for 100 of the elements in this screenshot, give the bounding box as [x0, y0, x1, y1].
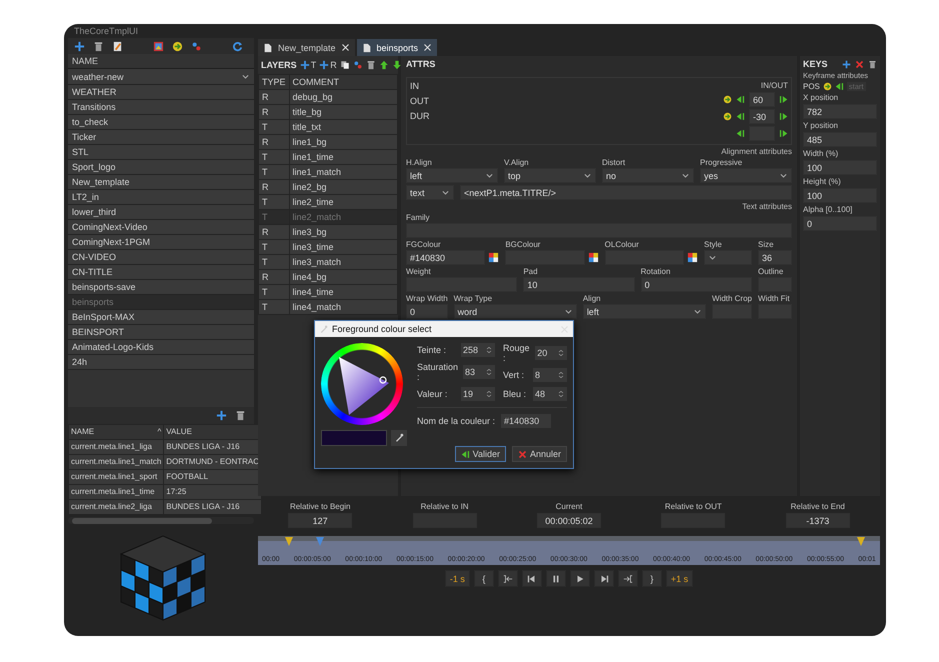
dropdown[interactable]: top [504, 168, 596, 183]
template-item[interactable]: ComingNext-Video [68, 220, 254, 236]
spin-box[interactable]: 48 [533, 387, 567, 401]
text-field[interactable]: 100 [803, 160, 877, 175]
spin-box[interactable]: 20 [535, 346, 567, 360]
close-icon[interactable] [423, 43, 432, 52]
template-item[interactable]: beinsports-save [68, 280, 254, 296]
cue-marker[interactable] [285, 537, 294, 546]
tab[interactable]: New_template [258, 39, 355, 56]
go-left-icon[interactable] [834, 82, 844, 91]
template-item[interactable]: Animated-Logo-Kids [68, 340, 254, 356]
dropdown[interactable]: word [454, 304, 577, 319]
text-field[interactable]: 0 [640, 277, 752, 292]
text-field[interactable]: 36 [758, 250, 792, 265]
template-item[interactable]: 24h [68, 355, 254, 370]
text-field[interactable]: 485 [803, 132, 877, 147]
template-item[interactable]: BeInSport-MAX [68, 310, 254, 326]
transport-button[interactable] [522, 570, 542, 587]
trash-icon[interactable] [93, 40, 104, 52]
trash-icon[interactable] [366, 60, 376, 70]
transport-button[interactable]: } [642, 570, 662, 587]
arrow-icon[interactable] [822, 82, 832, 91]
close-icon[interactable] [340, 43, 350, 52]
ok-button[interactable]: Valider [454, 446, 506, 462]
layer-row[interactable]: R title_bg [258, 104, 398, 120]
text-field[interactable]: #140830 [501, 414, 552, 428]
add-icon[interactable] [842, 60, 851, 68]
template-item[interactable]: STL [68, 145, 254, 160]
text-field[interactable]: <nextP1.meta.TITRE/> [460, 185, 792, 200]
text-field[interactable]: -30 [749, 109, 775, 124]
palette-icon[interactable] [488, 252, 500, 263]
template-item[interactable]: Ticker [68, 130, 254, 146]
cue-marker[interactable] [857, 537, 866, 546]
transport-button[interactable]: +1 s [666, 570, 694, 587]
palette-icon[interactable] [686, 252, 698, 263]
template-item[interactable]: CN-TITLE [68, 265, 254, 280]
transport-button[interactable] [546, 570, 566, 587]
text-field[interactable]: 60 [749, 92, 775, 107]
arrow-icon[interactable] [172, 40, 183, 52]
trash-icon[interactable] [868, 60, 877, 68]
template-item[interactable]: BEINSPORT [68, 325, 254, 340]
tab[interactable]: beinsports [356, 39, 438, 56]
go-left-icon[interactable] [736, 112, 745, 121]
spin-box[interactable]: 19 [461, 387, 496, 401]
add-icon[interactable] [74, 40, 85, 52]
palette-icon[interactable] [588, 252, 599, 263]
add-layer-button[interactable]: R [319, 60, 337, 70]
arrow-icon[interactable] [723, 112, 732, 121]
layer-row[interactable]: R line1_bg [258, 134, 398, 150]
dropdown[interactable]: yes [700, 168, 792, 183]
template-item[interactable]: LT2_in [68, 190, 254, 206]
transport-button[interactable]: -1 s [444, 570, 470, 587]
layer-row[interactable]: R line3_bg [258, 224, 398, 240]
template-item[interactable]: to_check [68, 115, 254, 130]
spin-box[interactable]: 8 [533, 368, 567, 382]
dropdown[interactable]: left [406, 168, 498, 183]
template-item[interactable]: Transitions [68, 100, 254, 116]
playhead-marker[interactable] [316, 537, 324, 546]
cancel-button[interactable]: Annuler [512, 446, 567, 462]
layer-row[interactable]: R line2_bg [258, 180, 398, 194]
picture-icon[interactable] [153, 40, 164, 52]
arrow-icon[interactable] [723, 95, 732, 104]
text-field[interactable]: 782 [803, 104, 877, 119]
dots-icon[interactable] [352, 60, 363, 70]
scrollbar[interactable] [68, 516, 254, 524]
spin-box[interactable]: 258 [461, 343, 496, 357]
dropdown[interactable]: left [582, 304, 706, 319]
refresh-icon[interactable] [232, 40, 243, 52]
transport-button[interactable]: { [474, 570, 494, 587]
go-left-icon[interactable] [736, 129, 745, 138]
colour-field[interactable]: #140830 [406, 250, 486, 265]
delete-icon[interactable] [855, 60, 864, 68]
copy-icon[interactable] [340, 60, 350, 70]
template-item[interactable]: lower_third [68, 205, 254, 220]
template-item[interactable]: Sport_logo [68, 160, 254, 176]
up-arrow-icon[interactable] [378, 60, 389, 70]
layer-row[interactable]: T line3_time [258, 240, 398, 254]
down-arrow-icon[interactable] [392, 60, 402, 70]
template-item[interactable]: ComingNext-1PGM [68, 235, 254, 250]
dropdown[interactable]: no [602, 168, 694, 183]
edit-icon[interactable] [112, 40, 123, 52]
template-item[interactable]: New_template [68, 175, 254, 190]
dropdown[interactable]: text [406, 185, 454, 200]
text-field[interactable]: 0 [406, 304, 448, 319]
go-right-icon[interactable] [779, 95, 788, 104]
transport-button[interactable] [498, 570, 518, 587]
layer-row[interactable]: T title_txt [258, 120, 398, 134]
text-field[interactable]: 0 [803, 216, 877, 231]
trash-icon[interactable] [235, 410, 246, 421]
go-right-icon[interactable] [779, 112, 788, 121]
dropdown[interactable]: weather-new [68, 69, 254, 86]
layer-row[interactable]: R line4_bg [258, 270, 398, 284]
text-field[interactable]: 10 [523, 277, 635, 292]
add-icon[interactable] [216, 410, 227, 421]
go-left-icon[interactable] [736, 95, 745, 104]
spin-box[interactable]: 83 [463, 365, 496, 379]
transport-button[interactable] [618, 570, 638, 587]
layer-row[interactable]: T line2_time [258, 194, 398, 210]
column-header[interactable]: NAME ^ [68, 424, 164, 440]
layer-row[interactable]: T line1_match [258, 164, 398, 180]
